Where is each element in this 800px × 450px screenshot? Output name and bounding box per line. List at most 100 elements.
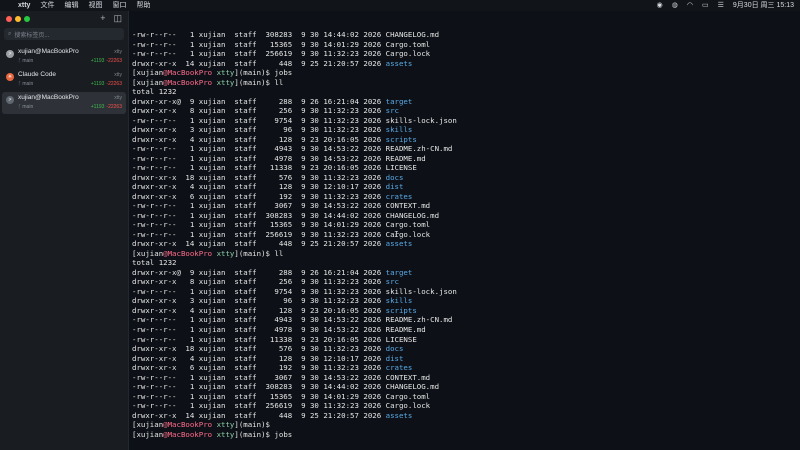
terminal-text: total 1232 — [132, 258, 177, 268]
terminal-text: -rw-r--r-- 1 xujian staff 15365 9 30 14:… — [132, 39, 431, 49]
terminal-text: -rw-r--r-- 1 xujian staff 4943 9 30 14:5… — [132, 315, 453, 325]
terminal-line: -rw-r--r-- 1 xujian staff 256619 9 30 11… — [132, 49, 796, 59]
session-branch: ᚴ main — [18, 81, 34, 87]
session-app: xtty — [114, 49, 122, 55]
terminal-line: -rw-r--r-- 1 xujian staff 4943 9 30 14:5… — [132, 315, 796, 325]
terminal-text: drwxr-xr-x@ 9 xujian staff 288 9 26 16:2… — [132, 267, 386, 277]
window-controls — [6, 16, 33, 22]
terminal-line: drwxr-xr-x 14 xujian staff 448 9 25 21:2… — [132, 411, 796, 421]
search-icon: ⌕ — [8, 30, 12, 37]
new-tab-icon[interactable]: + — [100, 13, 105, 24]
terminal-line: -rw-r--r-- 1 xujian staff 3067 9 30 14:5… — [132, 201, 796, 211]
text-cursor-icon: I — [394, 230, 399, 239]
terminal-line: -rw-r--r-- 1 xujian staff 4943 9 30 14:5… — [132, 144, 796, 154]
directory-name: assets — [385, 58, 413, 68]
status-app-icon[interactable]: ◉ — [657, 0, 663, 11]
prompt-host: @MacBookPro — [163, 68, 213, 78]
menu-view[interactable]: 视图 — [88, 0, 102, 11]
session-item-active[interactable]: > xujian@MacBookPro xtty ᚴ main +1193 -22… — [2, 92, 126, 114]
close-window-button[interactable] — [6, 16, 12, 22]
wifi-icon[interactable]: ◠ — [687, 0, 693, 11]
terminal-text: [xujian — [132, 248, 164, 258]
wechat-icon[interactable]: ◍ — [672, 0, 678, 11]
prompt-dir: xtty — [216, 420, 235, 430]
prompt-dir: xtty — [216, 68, 235, 78]
menu-help[interactable]: 帮助 — [136, 0, 150, 11]
control-center-icon[interactable]: ☰ — [718, 0, 724, 11]
session-item[interactable]: ✳ Claude Code xtty ᚴ main +1193 -22263 — [2, 69, 126, 91]
terminal-text: -rw-r--r-- 1 xujian staff 4978 9 30 14:5… — [132, 324, 426, 334]
terminal-text: ](main)$ jobs — [234, 68, 293, 78]
search-placeholder: 搜索标签页... — [14, 32, 50, 39]
directory-name: skills — [385, 125, 413, 135]
terminal-text: drwxr-xr-x 4 xujian staff 128 9 23 20:16… — [132, 305, 386, 315]
directory-name: crates — [385, 363, 413, 373]
terminal-text: drwxr-xr-x 18 xujian staff 576 9 30 11:3… — [132, 344, 386, 354]
terminal-text: -rw-r--r-- 1 xujian staff 308283 9 30 14… — [132, 30, 440, 39]
terminal-text: -rw-r--r-- 1 xujian staff 9754 9 30 11:3… — [132, 115, 457, 125]
terminal-text: [xujian — [132, 429, 164, 439]
terminal-text: drwxr-xr-x 14 xujian staff 448 9 25 21:2… — [132, 239, 386, 249]
terminal-line: drwxr-xr-x 14 xujian staff 448 9 25 21:2… — [132, 59, 796, 69]
directory-name: src — [385, 277, 399, 287]
terminal-text: -rw-r--r-- 1 xujian staff 3067 9 30 14:5… — [132, 201, 431, 211]
terminal-text: drwxr-xr-x 3 xujian staff 96 9 30 11:32:… — [132, 296, 386, 306]
terminal-line: -rw-r--r-- 1 xujian staff 9754 9 30 11:3… — [132, 287, 796, 297]
terminal-text: drwxr-xr-x 3 xujian staff 96 9 30 11:32:… — [132, 125, 386, 135]
terminal-text: drwxr-xr-x 8 xujian staff 256 9 30 11:32… — [132, 106, 386, 116]
terminal-line: total 1232 — [132, 258, 796, 268]
zoom-window-button[interactable] — [24, 16, 30, 22]
terminal-text: -rw-r--r-- 1 xujian staff 308283 9 30 14… — [132, 382, 440, 392]
terminal-line: [xujian@MacBookPro xtty](main)$ jobs — [132, 430, 796, 440]
terminal-output[interactable]: -rw-r--r-- 1 xujian staff 308283 9 30 14… — [132, 30, 796, 450]
diff-stats: +1193 -22263 — [90, 104, 122, 110]
prompt-dir: xtty — [216, 77, 235, 87]
directory-name: target — [385, 96, 413, 106]
prompt-host: @MacBookPro — [163, 429, 213, 439]
menu-window[interactable]: 窗口 — [112, 0, 126, 11]
terminal-text: -rw-r--r-- 1 xujian staff 3067 9 30 14:5… — [132, 372, 431, 382]
claude-avatar-icon: ✳ — [6, 73, 14, 81]
terminal-text: drwxr-xr-x 14 xujian staff 448 9 25 21:2… — [132, 58, 386, 68]
terminal-text: drwxr-xr-x 18 xujian staff 576 9 30 11:3… — [132, 172, 386, 182]
terminal-line: drwxr-xr-x 4 xujian staff 128 9 30 12:10… — [132, 182, 796, 192]
minimize-window-button[interactable] — [15, 16, 21, 22]
session-item[interactable]: > xujian@MacBookPro xtty ᚴ main +1193 -22… — [2, 46, 126, 68]
battery-icon[interactable]: ▭ — [702, 0, 709, 11]
tab-search-input[interactable]: ⌕ 搜索标签页... — [4, 28, 124, 40]
terminal-line: -rw-r--r-- 1 xujian staff 4978 9 30 14:5… — [132, 154, 796, 164]
terminal-line: drwxr-xr-x 8 xujian staff 256 9 30 11:32… — [132, 277, 796, 287]
terminal-line: drwxr-xr-x 8 xujian staff 256 9 30 11:32… — [132, 106, 796, 116]
terminal-text: ](main)$ ll — [234, 248, 284, 258]
terminal-text: drwxr-xr-x 6 xujian staff 192 9 30 11:32… — [132, 363, 386, 373]
terminal-text: drwxr-xr-x 6 xujian staff 192 9 30 11:32… — [132, 191, 386, 201]
terminal-line: drwxr-xr-x 4 xujian staff 128 9 23 20:16… — [132, 135, 796, 145]
terminal-line: drwxr-xr-x 6 xujian staff 192 9 30 11:32… — [132, 192, 796, 202]
diff-stats: +1193 -22263 — [90, 58, 122, 64]
terminal-line: -rw-r--r-- 1 xujian staff 11338 9 23 20:… — [132, 163, 796, 173]
terminal-text: -rw-r--r-- 1 xujian staff 256619 9 30 11… — [132, 401, 431, 411]
menu-edit[interactable]: 编辑 — [64, 0, 78, 11]
terminal-line: drwxr-xr-x 6 xujian staff 192 9 30 11:32… — [132, 363, 796, 373]
terminal-line: [xujian@MacBookPro xtty](main)$ — [132, 420, 796, 430]
session-title: Claude Code — [18, 71, 56, 78]
directory-name: dist — [385, 182, 404, 192]
terminal-line: total 1232 — [132, 87, 796, 97]
toggle-sidebar-icon[interactable]: ◫ — [113, 13, 122, 24]
diff-stats: +1193 -22263 — [90, 81, 122, 87]
terminal-avatar-icon: > — [6, 50, 14, 58]
terminal-text: -rw-r--r-- 1 xujian staff 15365 9 30 14:… — [132, 220, 431, 230]
terminal-line: [xujian@MacBookPro xtty](main)$ jobs — [132, 68, 796, 78]
menu-bar-clock[interactable]: 9月30日 周三 15:13 — [733, 0, 794, 11]
terminal-text: -rw-r--r-- 1 xujian staff 4978 9 30 14:5… — [132, 153, 426, 163]
directory-name: scripts — [385, 305, 417, 315]
terminal-text: drwxr-xr-x 8 xujian staff 256 9 30 11:32… — [132, 277, 386, 287]
app-menu[interactable]: xtty — [18, 0, 30, 11]
terminal-text: [xujian — [132, 68, 164, 78]
terminal-text: -rw-r--r-- 1 xujian staff 4943 9 30 14:5… — [132, 144, 453, 154]
prompt-dir: xtty — [216, 429, 235, 439]
terminal-line: drwxr-xr-x@ 9 xujian staff 288 9 26 16:2… — [132, 97, 796, 107]
directory-name: skills — [385, 296, 413, 306]
terminal-line: drwxr-xr-x 3 xujian staff 96 9 30 11:32:… — [132, 125, 796, 135]
menu-file[interactable]: 文件 — [40, 0, 54, 11]
